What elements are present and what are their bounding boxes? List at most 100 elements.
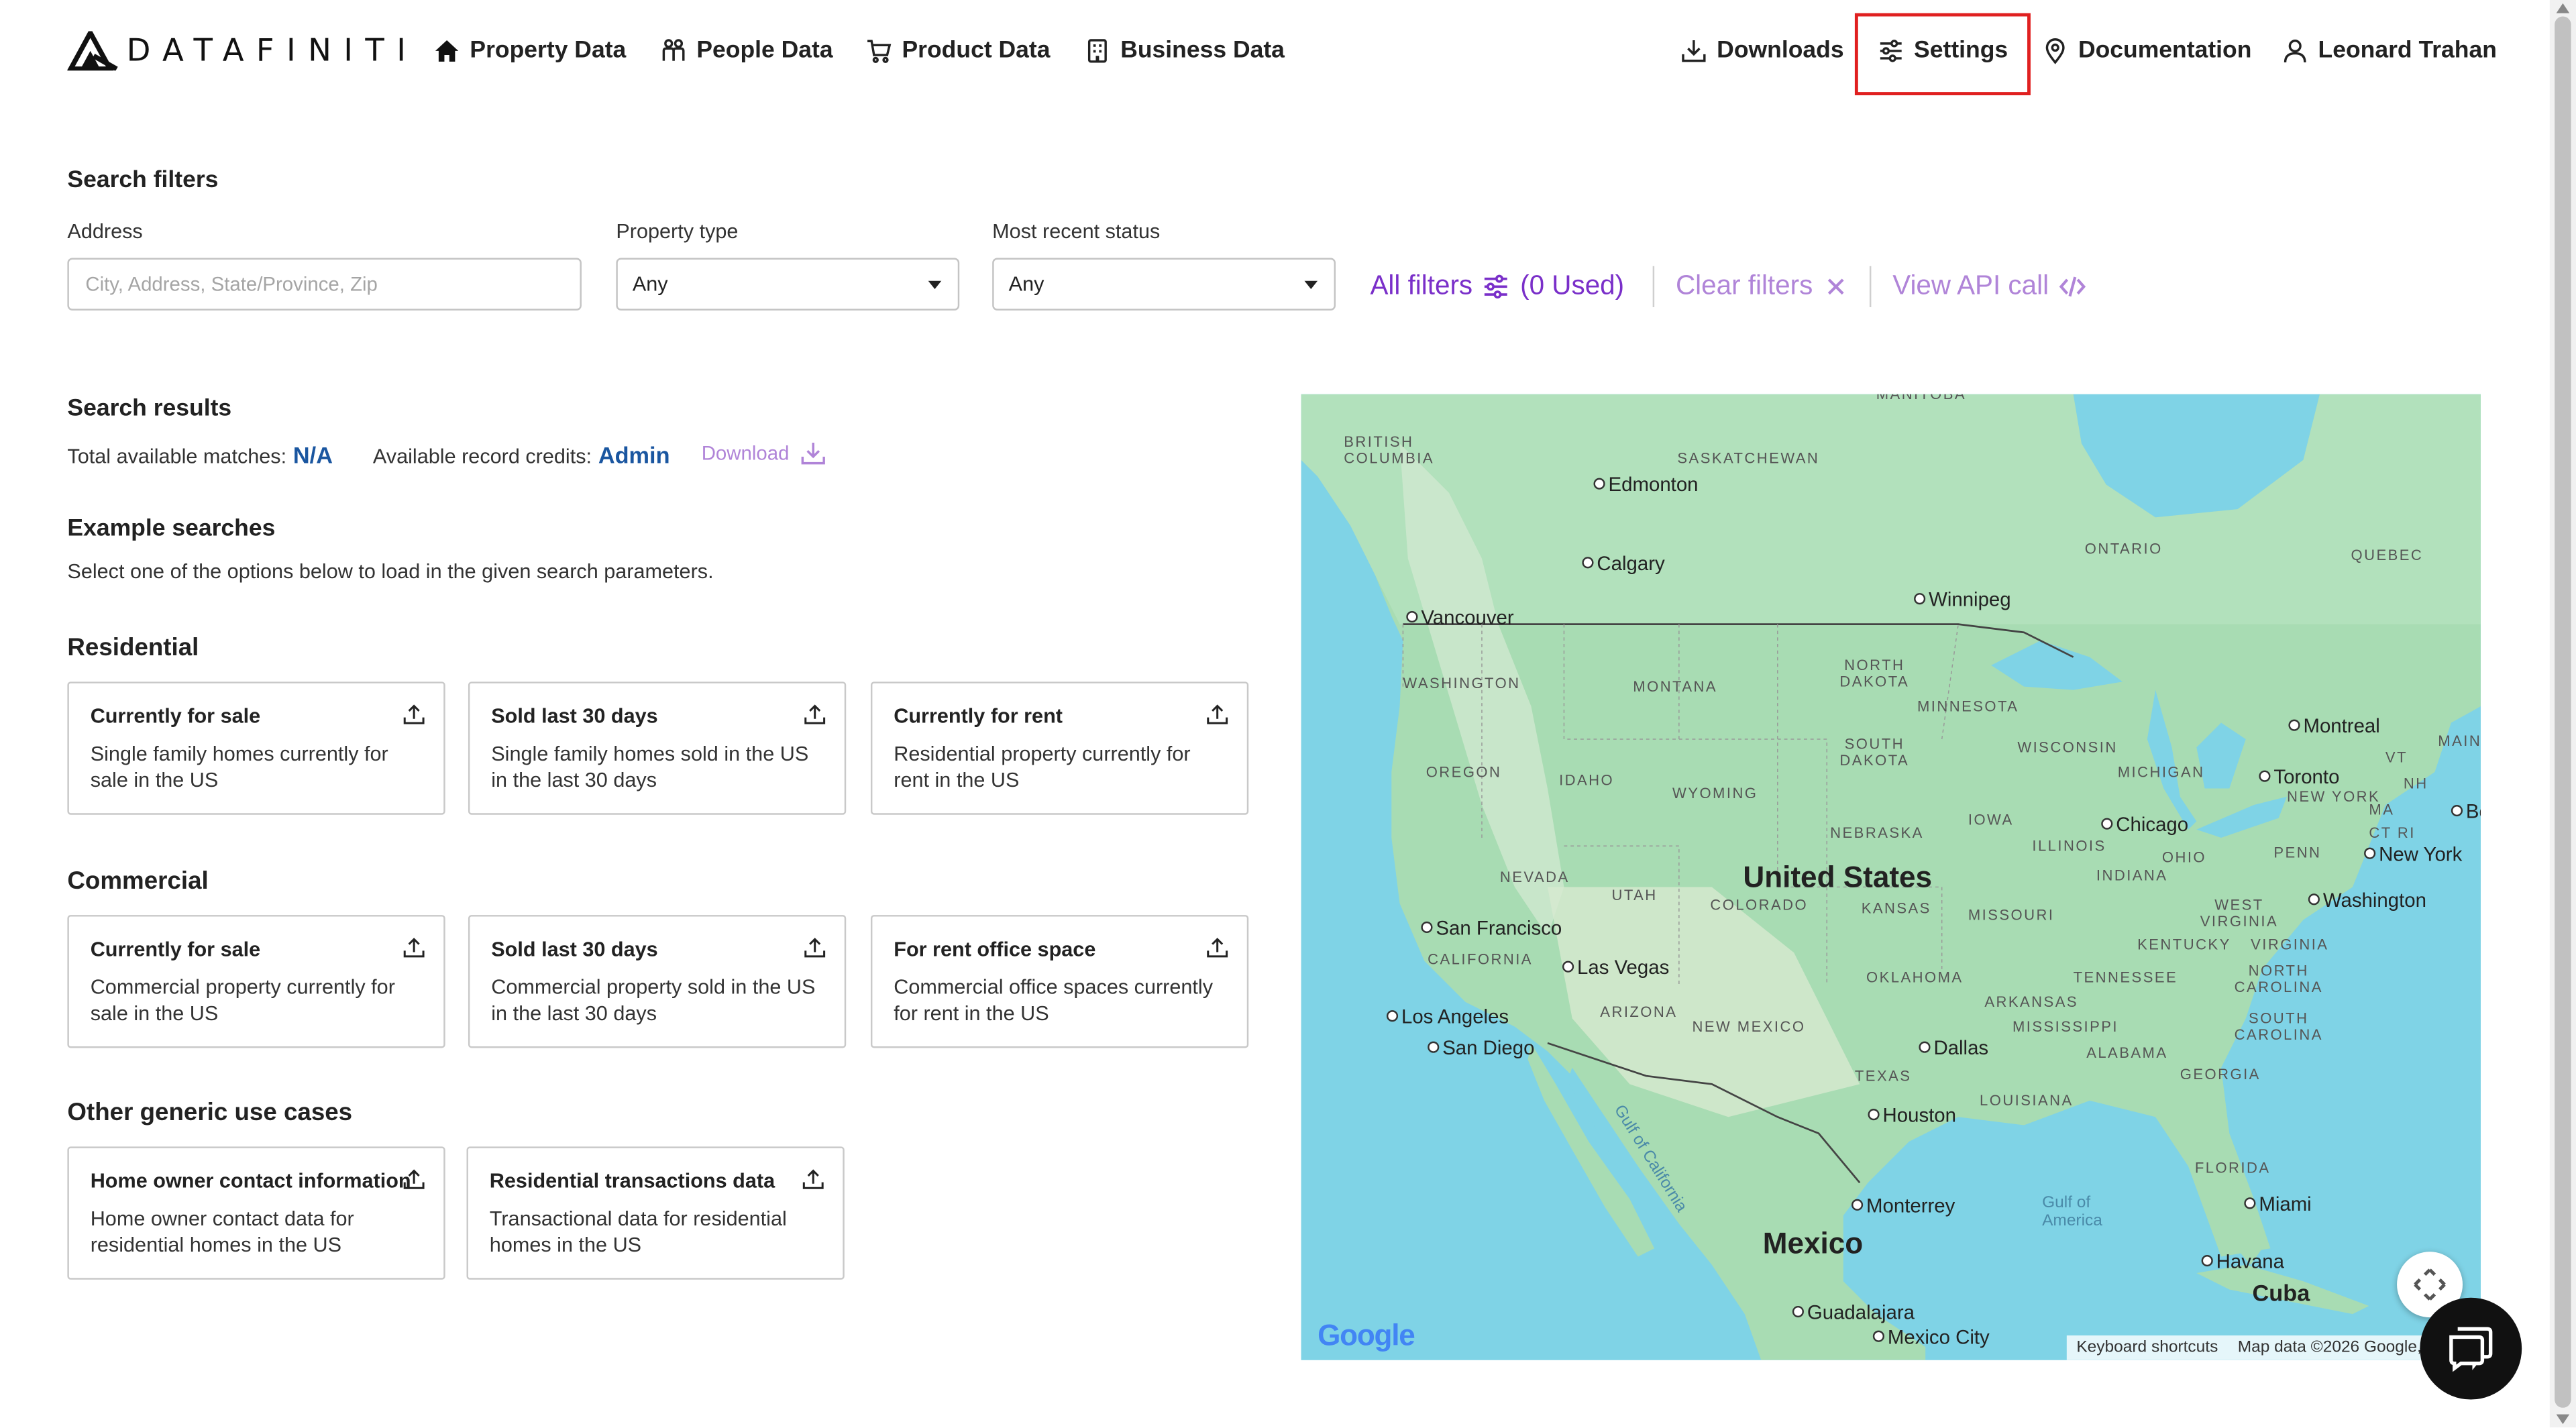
user-icon: [2284, 40, 2306, 63]
status-label: Most recent status: [992, 220, 1161, 243]
google-logo[interactable]: Google: [1318, 1319, 1415, 1354]
upload-icon: [403, 1169, 425, 1189]
example-searches-heading: Example searches: [67, 515, 276, 543]
group-title-commercial: Commercial: [67, 867, 209, 895]
property-type-select[interactable]: Any: [616, 258, 960, 311]
all-filters-button[interactable]: All filters (0 Used): [1370, 268, 1624, 304]
home-icon: [435, 40, 459, 62]
map-label-city: Toronto: [2259, 765, 2339, 788]
card-title: Sold last 30 days: [491, 704, 658, 728]
map-label-state: SOUTH DAKOTA: [1839, 736, 1910, 769]
upload-icon: [804, 938, 826, 958]
cart-icon: [867, 40, 892, 64]
property-type-label: Property type: [616, 220, 739, 243]
example-card-residential-for-sale[interactable]: Currently for sale Single family homes c…: [67, 681, 445, 815]
scroll-down-icon[interactable]: [2555, 1413, 2571, 1426]
all-filters-label: All filters: [1370, 270, 1473, 300]
card-description: Commercial property sold in the US in th…: [491, 975, 816, 1024]
sliders-icon: [1485, 274, 1508, 298]
address-input[interactable]: [67, 258, 582, 311]
map-label-state: NH: [2403, 775, 2428, 792]
brand-logo[interactable]: DATAFINITI: [67, 31, 418, 71]
nav-downloads[interactable]: Downloads: [1680, 32, 1844, 71]
example-card-office-for-rent[interactable]: For rent office space Commercial office …: [870, 915, 1249, 1048]
example-card-commercial-for-sale[interactable]: Currently for sale Commercial property c…: [67, 915, 445, 1048]
nav-property-data[interactable]: Property Data: [434, 32, 626, 71]
example-card-commercial-sold[interactable]: Sold last 30 days Commercial property so…: [468, 915, 847, 1048]
page: DATAFINITI Property Data People Data Pro…: [0, 0, 2576, 1428]
card-description: Commercial property currently for sale i…: [90, 975, 395, 1024]
card-description: Single family homes sold in the US in th…: [491, 742, 809, 791]
datafiniti-logo-icon: [67, 31, 118, 71]
nav-product-data[interactable]: Product Data: [866, 32, 1051, 71]
keyboard-shortcuts-link[interactable]: Keyboard shortcuts: [2067, 1335, 2228, 1360]
map-label-state: FLORIDA: [2194, 1159, 2271, 1176]
example-card-residential-transactions[interactable]: Residential transactions data Transactio…: [466, 1146, 845, 1280]
total-matches-label: Total available matches:: [67, 445, 287, 468]
map-label-state: ARKANSAS: [1984, 993, 2079, 1011]
address-label: Address: [67, 220, 143, 243]
map-label-state: MICHIGAN: [2117, 763, 2205, 781]
group-title-residential: Residential: [67, 634, 199, 662]
nav-business-data[interactable]: Business Data: [1084, 32, 1285, 71]
nav-people-data[interactable]: People Data: [660, 32, 833, 71]
map-label-state: MINNESOTA: [1917, 698, 2019, 715]
building-icon: [1087, 39, 1107, 63]
map-label-city: Bosto: [2451, 800, 2481, 823]
card-description: Residential property currently for rent …: [894, 742, 1191, 791]
map-label-country: United States: [1743, 861, 1933, 894]
map-label-state: WASHINGTON: [1403, 675, 1521, 692]
card-title: Currently for sale: [90, 938, 261, 961]
map-view[interactable]: BRITISH COLUMBIA SASKATCHEWAN ONTARIO QU…: [1301, 394, 2481, 1360]
map-label-city: Montreal: [2288, 714, 2379, 737]
people-icon: [662, 39, 685, 61]
view-api-call-button[interactable]: View API call: [1892, 268, 2086, 304]
map-label-state: NEW YORK: [2286, 788, 2381, 806]
scroll-up-icon[interactable]: [2555, 1, 2571, 15]
card-title: Sold last 30 days: [491, 938, 658, 961]
caret-down-icon: [1304, 280, 1318, 290]
map-label-state: ARIZONA: [1600, 1003, 1678, 1020]
map-label-state: CALIFORNIA: [1428, 950, 1533, 968]
map-label-water: Gulf of America: [2042, 1194, 2102, 1231]
card-title: Residential transactions data: [489, 1169, 775, 1193]
example-card-residential-for-rent[interactable]: Currently for rent Residential property …: [870, 681, 1249, 815]
nav-user-menu[interactable]: Leonard Trahan: [2282, 32, 2497, 71]
status-select[interactable]: Any: [992, 258, 1336, 311]
map-label-state: MA: [2369, 802, 2395, 818]
map-label-province: QUEBEC: [2351, 547, 2424, 564]
upload-icon: [1207, 704, 1228, 724]
nav-settings[interactable]: Settings: [1878, 32, 2008, 71]
card-description: Transactional data for residential homes…: [489, 1207, 787, 1256]
code-icon: [2059, 276, 2086, 296]
chat-widget-button[interactable]: [2420, 1297, 2522, 1400]
example-card-home-owner-contact[interactable]: Home owner contact information Home owne…: [67, 1146, 445, 1280]
map-label-state: OHIO: [2161, 849, 2207, 866]
card-description: Commercial office spaces currently for r…: [894, 975, 1214, 1024]
download-results-button[interactable]: Download: [702, 440, 827, 466]
card-title: Currently for rent: [894, 704, 1063, 728]
map-footer: Keyboard shortcuts Map data ©2026 Google…: [2066, 1335, 2481, 1360]
map-label-state: WISCONSIN: [2017, 739, 2118, 756]
pin-icon: [2045, 38, 2065, 64]
card-title: Currently for sale: [90, 704, 261, 728]
map-label-city: San Diego: [1428, 1036, 1534, 1059]
map-label-city: Chicago: [2101, 813, 2188, 836]
status-value: Any: [1008, 272, 1044, 296]
map-label-state: IDAHO: [1559, 772, 1615, 789]
map-label-city: Washington: [2308, 889, 2426, 912]
map-label-state: ALABAMA: [2086, 1044, 2168, 1062]
map-label-city: Houston: [1868, 1104, 1956, 1127]
clear-filters-button[interactable]: Clear filters: [1676, 268, 1851, 304]
example-card-residential-sold[interactable]: Sold last 30 days Single family homes so…: [468, 681, 847, 815]
map-label-province: MANITOBA: [1876, 394, 1966, 402]
google-logo-text: Google: [1318, 1319, 1415, 1352]
nav-documentation[interactable]: Documentation: [2042, 32, 2251, 71]
download-results-label: Download: [701, 441, 790, 465]
upload-icon: [403, 704, 425, 724]
clear-filters-label: Clear filters: [1675, 270, 1813, 300]
map-label-city: Monterrey: [1851, 1194, 1955, 1217]
scrollbar-thumb[interactable]: [2555, 16, 2571, 1408]
caret-down-icon: [928, 280, 942, 290]
map-label-state: COLORADO: [1710, 897, 1809, 914]
